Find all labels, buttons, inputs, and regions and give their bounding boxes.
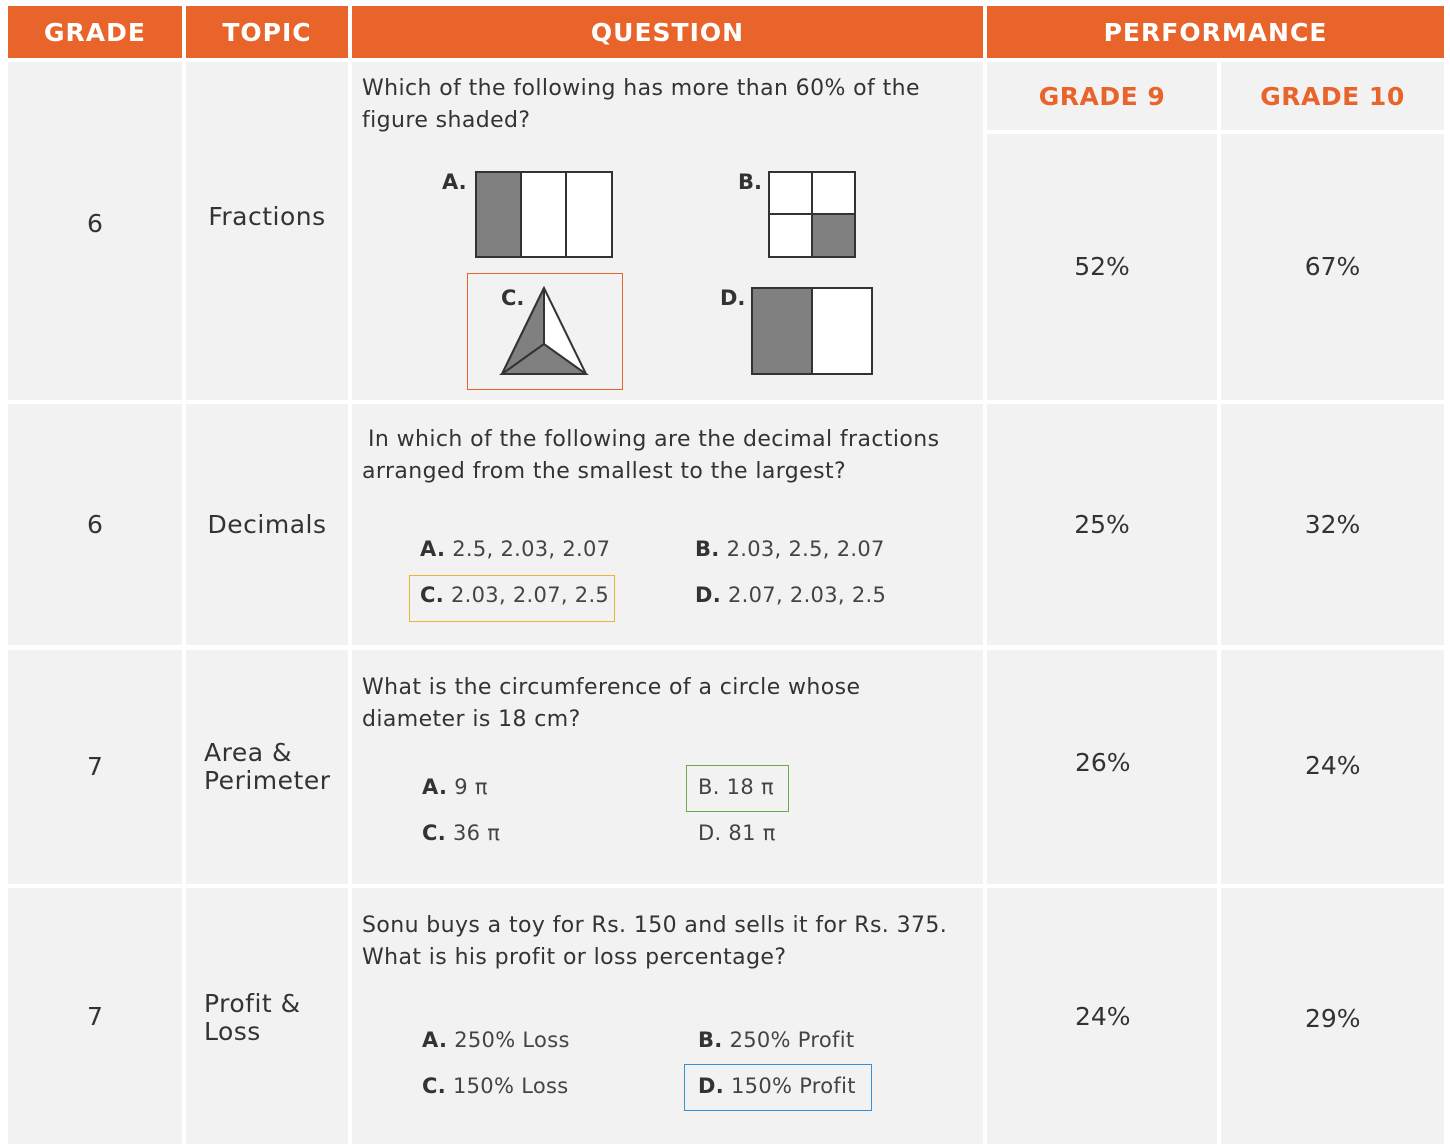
row3-topic-line2: Perimeter [204,766,331,795]
row4-option-d: D. 150% Profit [698,1074,856,1098]
row4-option-c: C. 150% Loss [422,1074,568,1098]
row4-topic-line1: Profit & [204,989,301,1018]
row4-grade-value: 7 [87,1001,103,1031]
row3-grade10-pct: 24% [1221,650,1444,884]
row2-option-b-letter: B. [695,537,720,561]
row3-grade: 7 [8,650,182,884]
row1-topic-value: Fractions [208,202,326,231]
row3-option-c-text: 36 π [452,821,501,845]
row3-option-b: B. 18 π [698,775,774,799]
row3-option-b-text: B. 18 π [698,775,774,799]
row4-topic: Profit & Loss [186,888,348,1144]
header-performance: PERFORMANCE [987,6,1444,58]
row1-question-cell: Which of the following has more than 60%… [352,62,983,400]
row2-grade-value: 6 [87,510,103,539]
row3-option-d-text: D. 81 π [698,821,776,845]
row3-grade9-pct: 26% [987,650,1217,884]
header-performance-label: PERFORMANCE [1103,17,1328,47]
row3-option-c-letter: C. [422,821,446,845]
row3-topic: Area & Perimeter [186,650,348,884]
figure-d-two-part-rect [751,287,873,375]
row2-grade9-value: 25% [1074,510,1130,539]
subheader-grade10-label: GRADE 10 [1260,81,1405,111]
row2-option-c-letter: C. [420,583,444,607]
row2-option-d-letter: D. [695,583,722,607]
row4-topic-line2: Loss [204,1017,261,1046]
row1-topic: Fractions [186,62,348,400]
row3-option-d: D. 81 π [698,821,776,845]
row3-grade9-value: 26% [1075,748,1131,777]
row3-option-a-text: 9 π [454,775,488,799]
row1-grade: 6 [8,62,182,400]
row4-question-cell: Sonu buys a toy for Rs. 150 and sells it… [352,888,983,1144]
row3-question-text: What is the circumference of a circle wh… [362,675,861,732]
row2-option-a: A. 2.5, 2.03, 2.07 [420,537,610,561]
row4-option-a-letter: A. [422,1028,448,1052]
row1-grade10-value: 67% [1304,251,1361,281]
row2-question-cell: In which of the following are the decima… [352,404,983,645]
row2-topic: Decimals [186,404,348,645]
row2-grade: 6 [8,404,182,645]
row2-option-b-text: 2.03, 2.5, 2.07 [726,537,885,561]
row4-option-c-letter: C. [422,1074,446,1098]
row3-topic-line1: Area & [204,738,292,767]
row2-option-a-letter: A. [420,537,446,561]
header-question-label: QUESTION [590,17,745,47]
row1-question-text: Which of the following has more than 60%… [362,76,920,133]
figure-a-three-part-rect [475,171,613,258]
row3-grade10-value: 24% [1305,751,1361,780]
row1-grade10-pct: 67% [1221,134,1444,400]
row2-grade10-value: 32% [1304,510,1361,539]
row2-grade10-pct: 32% [1221,404,1444,645]
row2-grade9-pct: 25% [987,404,1217,645]
header-question: QUESTION [352,6,983,58]
row2-option-b: B. 2.03, 2.5, 2.07 [695,537,885,561]
header-topic-label: TOPIC [222,17,312,47]
row2-option-c-text: 2.03, 2.07, 2.5 [450,583,610,607]
row3-grade-value: 7 [87,751,103,781]
row3-option-c: C. 36 π [422,821,500,845]
row4-option-b-letter: B. [698,1028,723,1052]
figure-b-four-part-square [768,171,856,258]
row4-option-a: A. 250% Loss [422,1028,570,1052]
row3-question-cell: What is the circumference of a circle wh… [352,650,983,884]
row4-option-b-text: 250% Profit [729,1028,855,1052]
subheader-grade9: GRADE 9 [987,62,1217,130]
subheader-grade10: GRADE 10 [1221,62,1444,130]
row3-option-a-letter: A. [422,775,448,799]
row2-option-a-text: 2.5, 2.03, 2.07 [452,537,611,561]
header-grade-label: GRADE [44,17,146,47]
header-grade: GRADE [8,6,182,58]
row4-option-b: B. 250% Profit [698,1028,854,1052]
subheader-grade9-label: GRADE 9 [1038,81,1166,111]
figure-b-label: B. [738,170,762,194]
row4-option-a-text: 250% Loss [454,1028,570,1052]
row4-grade9-pct: 24% [987,888,1217,1144]
figure-c-triangle [498,285,590,375]
row1-grade-value: 6 [87,208,103,238]
row4-grade10-value: 29% [1305,1004,1361,1033]
row1-grade9-pct: 52% [987,134,1217,400]
row4-option-c-text: 150% Loss [452,1074,569,1098]
row1-grade9-value: 52% [1074,251,1130,281]
row4-option-d-text: 150% Profit [731,1074,856,1098]
row2-question-text: In which of the following are the decima… [362,427,940,484]
row3-option-a: A. 9 π [422,775,488,799]
row2-topic-value: Decimals [207,509,327,539]
row2-option-d: D. 2.07, 2.03, 2.5 [695,583,886,607]
row4-grade9-value: 24% [1075,1002,1131,1031]
figure-a-label: A. [442,170,467,194]
row4-grade10-pct: 29% [1221,888,1444,1144]
row2-option-d-text: 2.07, 2.03, 2.5 [728,583,887,607]
row4-option-d-letter: D. [698,1074,725,1098]
header-topic: TOPIC [186,6,348,58]
figure-d-label: D. [720,286,746,310]
row4-question-text: Sonu buys a toy for Rs. 150 and sells it… [362,913,948,970]
row2-option-c: C. 2.03, 2.07, 2.5 [420,583,609,607]
row4-grade: 7 [8,888,182,1144]
